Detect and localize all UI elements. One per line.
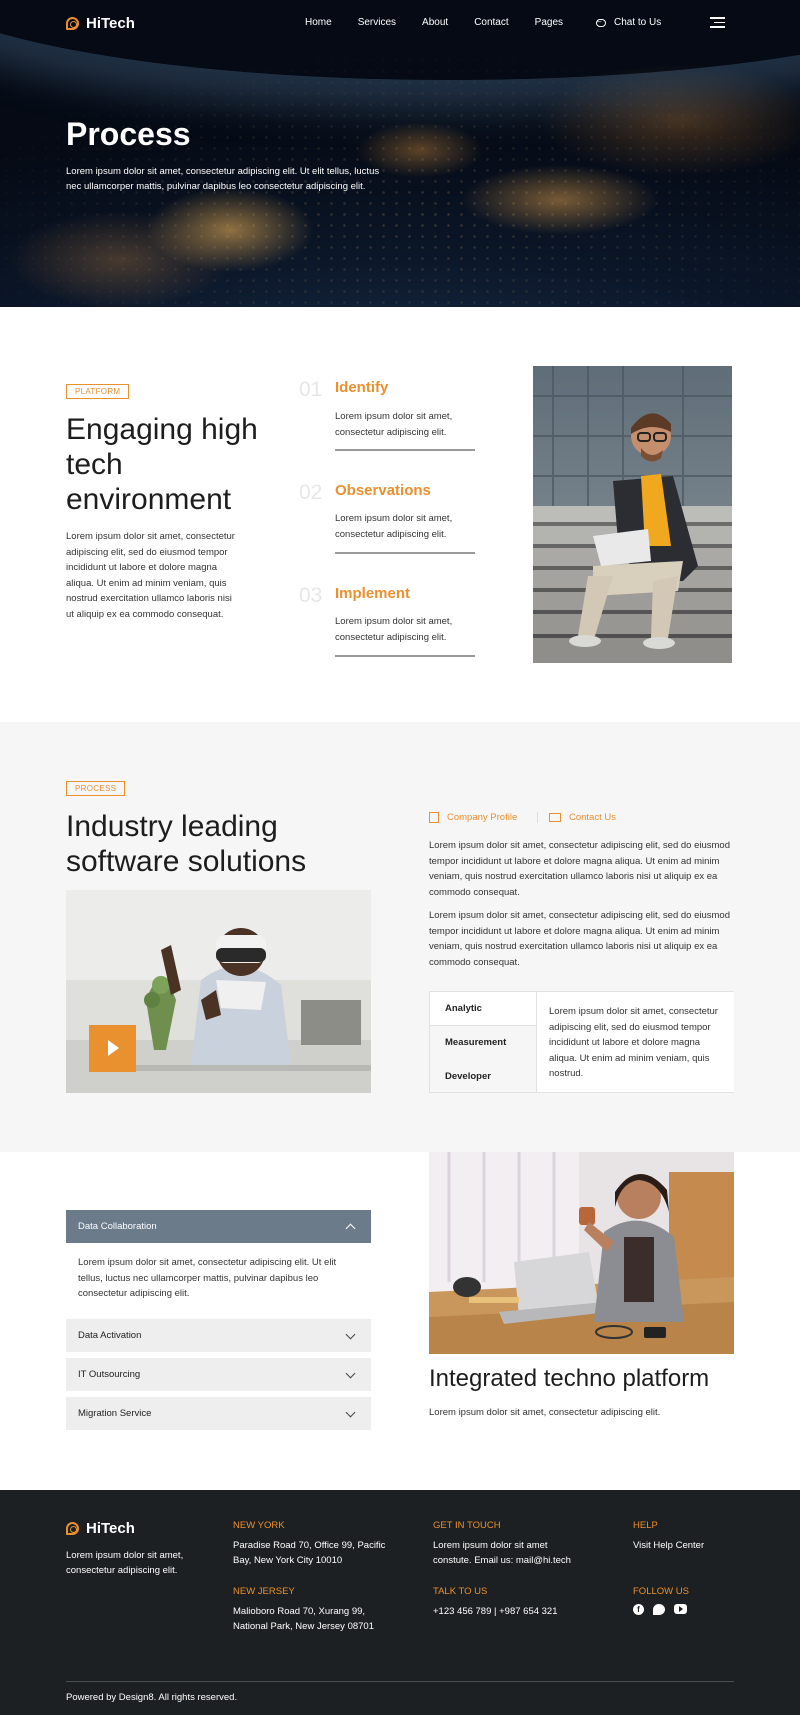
twitter-icon[interactable] xyxy=(653,1604,665,1615)
footer-ny-address: Paradise Road 70, Office 99, Pacific Bay… xyxy=(233,1540,386,1566)
footer-logo[interactable]: HiTech xyxy=(66,1520,135,1537)
vr-headset-photo xyxy=(66,890,371,1093)
accordion-label: Data Collaboration xyxy=(78,1221,157,1232)
platform-title: Engaging high tech environment xyxy=(66,413,258,516)
chat-label: Chat to Us xyxy=(614,17,662,28)
footer-brand-name: HiTech xyxy=(86,1520,135,1537)
building-icon xyxy=(429,812,439,823)
youtube-icon[interactable] xyxy=(674,1604,687,1614)
nav-home[interactable]: Home xyxy=(305,17,332,28)
hero-text: Lorem ipsum dolor sit amet, consectetur … xyxy=(66,166,380,192)
step-text: Lorem ipsum dolor sit amet, consectetur … xyxy=(335,513,453,540)
chevron-up-icon xyxy=(345,1223,356,1234)
process-paragraph: Lorem ipsum dolor sit amet, consectetur … xyxy=(429,840,730,898)
accordion-label: Migration Service xyxy=(78,1408,152,1419)
step-title: Identify xyxy=(335,379,389,396)
hero-banner: HiTech Home Services About Contact Pages… xyxy=(0,0,800,307)
process-paragraph: Lorem ipsum dolor sit amet, consectetur … xyxy=(429,910,730,968)
chevron-down-icon xyxy=(345,1329,356,1340)
nav-contact[interactable]: Contact xyxy=(474,17,508,28)
accordion-item-data-collaboration[interactable]: Data Collaboration xyxy=(66,1210,371,1243)
social-links: f xyxy=(633,1604,687,1615)
contact-us-label: Contact Us xyxy=(569,812,616,823)
chevron-down-icon xyxy=(345,1368,356,1379)
step-divider xyxy=(335,449,475,451)
footer-ny-heading: NEW YORK xyxy=(233,1520,285,1531)
contact-us-link[interactable]: Contact Us xyxy=(549,812,616,823)
tab-developer[interactable]: Developer xyxy=(430,1060,536,1094)
step-divider xyxy=(335,655,475,657)
footer-help-heading: HELP xyxy=(633,1520,658,1531)
footer-nj-heading: NEW JERSEY xyxy=(233,1586,295,1597)
play-video-button[interactable] xyxy=(89,1025,136,1072)
tab-measurement[interactable]: Measurement xyxy=(430,1026,536,1060)
copyright: Powered by Design8. All rights reserved. xyxy=(66,1692,238,1703)
brand-logo[interactable]: HiTech xyxy=(66,15,135,32)
accordion-content: Lorem ipsum dolor sit amet, consectetur … xyxy=(78,1257,337,1299)
nav-services[interactable]: Services xyxy=(358,17,396,28)
accordion-item-it-outsourcing[interactable]: IT Outsourcing xyxy=(66,1358,371,1391)
footer-divider xyxy=(66,1681,734,1682)
footer-about: Lorem ipsum dolor sit amet, consectetur … xyxy=(66,1550,184,1576)
platform-tag: PLATFORM xyxy=(66,384,130,399)
accordion-label: IT Outsourcing xyxy=(78,1369,141,1380)
tabs-widget: Analytic Measurement Developer Lorem ips… xyxy=(429,991,734,1093)
footer: HiTech Lorem ipsum dolor sit amet, conse… xyxy=(0,1490,800,1715)
woman-laptop-photo xyxy=(429,1152,734,1354)
nav-about[interactable]: About xyxy=(422,17,448,28)
step-title: Implement xyxy=(335,585,411,602)
step-number: 02 xyxy=(299,481,323,504)
help-center-link[interactable]: Visit Help Center xyxy=(633,1538,704,1553)
company-profile-label: Company Profile xyxy=(447,812,518,823)
chevron-down-icon xyxy=(345,1407,356,1418)
step-text: Lorem ipsum dolor sit amet, consectetur … xyxy=(335,616,453,643)
footer-touch-text: Lorem ipsum dolor sit amet constute. Ema… xyxy=(433,1540,571,1566)
chat-bubble-icon xyxy=(596,18,606,27)
fingerprint-logo-icon xyxy=(66,17,79,30)
integrated-text: Lorem ipsum dolor sit amet, consectetur … xyxy=(429,1407,661,1418)
footer-talk-heading: TALK TO US xyxy=(433,1586,488,1597)
page-title: Process xyxy=(66,116,191,152)
fingerprint-logo-icon xyxy=(66,1522,79,1535)
play-icon xyxy=(108,1040,119,1056)
footer-follow-heading: FOLLOW US xyxy=(633,1586,689,1597)
chat-button[interactable]: Chat to Us xyxy=(596,17,661,28)
company-profile-link[interactable]: Company Profile xyxy=(429,812,517,823)
step-text: Lorem ipsum dolor sit amet, consectetur … xyxy=(335,411,453,438)
step-divider xyxy=(335,552,475,554)
footer-phone: +123 456 789 | +987 654 321 xyxy=(433,1606,558,1617)
platform-text: Lorem ipsum dolor sit amet, consectetur … xyxy=(66,531,235,620)
hero-city-lights xyxy=(0,0,800,307)
menu-icon[interactable] xyxy=(710,17,725,31)
man-laptop-photo xyxy=(533,366,732,663)
nav-pages-label: Pages xyxy=(534,17,564,28)
accordion-label: Data Activation xyxy=(78,1330,142,1341)
mail-icon xyxy=(549,813,561,822)
integrated-title: Integrated techno platform xyxy=(429,1365,710,1392)
accordion-item-data-activation[interactable]: Data Activation xyxy=(66,1319,371,1352)
facebook-icon[interactable]: f xyxy=(633,1604,644,1615)
accordion-item-migration-service[interactable]: Migration Service xyxy=(66,1397,371,1430)
tab-analytic[interactable]: Analytic xyxy=(430,992,536,1026)
link-divider xyxy=(537,812,538,823)
step-number: 03 xyxy=(299,584,323,607)
footer-nj-address: Malioboro Road 70, Xurang 99, National P… xyxy=(233,1606,374,1632)
brand-name: HiTech xyxy=(86,15,135,32)
process-tag: PROCESS xyxy=(66,781,126,796)
process-title: Industry leading software solutions xyxy=(66,810,307,878)
step-number: 01 xyxy=(299,378,323,401)
tab-panel-text: Lorem ipsum dolor sit amet, consectetur … xyxy=(536,992,734,1092)
footer-touch-heading: GET IN TOUCH xyxy=(433,1520,501,1531)
step-title: Observations xyxy=(335,482,431,499)
